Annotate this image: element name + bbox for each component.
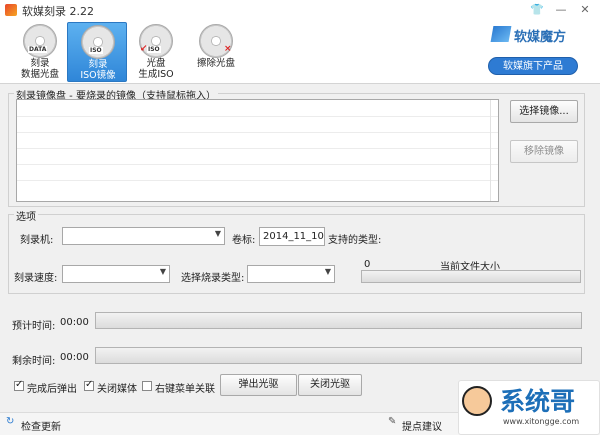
eject-drive-label: 弹出光驱 (238, 379, 279, 390)
remain-time-value: 00:00 (60, 352, 89, 363)
burn-type-select[interactable]: ▼ (247, 265, 335, 283)
mascot-face-icon (462, 386, 492, 416)
erase-x-icon: × (224, 44, 232, 54)
list-row (17, 164, 498, 165)
options-group-title: 选项 (14, 208, 38, 223)
disc-tag: ISO (147, 46, 161, 53)
eject-after-label: 完成后弹出 (27, 384, 77, 395)
close-button[interactable]: ✕ (576, 2, 594, 18)
app-logo-icon (5, 4, 17, 16)
file-size-value: 0 (364, 259, 371, 270)
brand-name: 软媒魔方 (514, 30, 567, 45)
remove-image-button[interactable]: 移除镜像 (510, 140, 578, 163)
chevron-down-icon: ▼ (214, 229, 221, 238)
estimate-progress-bar (95, 312, 582, 329)
tool-label-line2: ISO镜像 (80, 70, 116, 81)
speed-select[interactable]: ▼ (62, 265, 170, 283)
list-row (17, 180, 498, 181)
file-size-bar (361, 270, 581, 283)
tool-label-line2: 数据光盘 (20, 69, 59, 80)
check-update-link[interactable]: 检查更新 (21, 418, 61, 433)
watermark-text: 系统哥 (500, 387, 576, 416)
estimate-time-value: 00:00 (60, 317, 89, 328)
eject-after-checkbox[interactable] (14, 379, 24, 391)
tool-label-line1: 擦除光盘 (196, 58, 235, 69)
window-title: 软媒刻录 2.22 (22, 5, 94, 18)
brand-cube-icon (490, 26, 512, 42)
burner-label: 刻录机: (20, 235, 54, 246)
arrow-icon: ↙ (140, 44, 148, 54)
tool-erase-disc[interactable]: × 擦除光盘 (186, 22, 246, 82)
speed-label: 刻录速度: (14, 273, 58, 284)
minimize-button[interactable]: — (552, 2, 570, 18)
tool-label-line1: 刻录 (30, 58, 50, 69)
burner-select[interactable]: ▼ (62, 227, 225, 245)
volume-input[interactable]: 2014_11_10 (259, 227, 325, 246)
tool-label-line1: 光盘 (146, 58, 166, 69)
close-media-label: 关闭媒体 (97, 384, 137, 395)
tool-create-iso[interactable]: ISO ↙ 光盘 生成ISO (126, 22, 186, 82)
watermark-url: www.xitongge.com (503, 417, 580, 426)
pencil-icon: ✎ (388, 416, 397, 427)
list-row (17, 132, 498, 133)
remove-image-label: 移除镜像 (524, 146, 564, 157)
close-drive-label: 关闭光驱 (310, 379, 350, 390)
image-list[interactable] (16, 99, 499, 202)
products-button-label: 软媒旗下产品 (503, 61, 563, 72)
feedback-link[interactable]: 提点建议 (402, 418, 442, 433)
tool-label-line2: 生成ISO (138, 69, 174, 80)
tool-label-line1: 刻录 (88, 59, 108, 70)
volume-label: 卷标: (232, 235, 256, 246)
remain-time-label: 剩余时间: (12, 356, 56, 367)
context-menu-label: 右键菜单关联 (155, 384, 215, 395)
list-scrollbar[interactable] (490, 100, 498, 201)
close-media-checkbox[interactable] (84, 379, 94, 391)
list-row (17, 116, 498, 117)
products-button[interactable]: 软媒旗下产品 (488, 57, 578, 75)
choose-image-button[interactable]: 选择镜像... (510, 100, 578, 123)
disc-tag: DATA (28, 46, 48, 53)
burn-type-label: 选择烧录类型: (181, 273, 245, 284)
chevron-down-icon: ▼ (324, 267, 331, 276)
remain-progress-bar (95, 347, 582, 364)
tool-burn-iso-image[interactable]: ISO 刻录 ISO镜像 (67, 22, 127, 82)
tool-burn-data-disc[interactable]: DATA 刻录 数据光盘 (10, 22, 70, 82)
choose-image-label: 选择镜像... (519, 106, 569, 117)
update-icon: ↻ (6, 416, 15, 427)
disc-tag: ISO (89, 47, 103, 54)
eject-drive-button[interactable]: 弹出光驱 (220, 374, 297, 396)
close-drive-button[interactable]: 关闭光驱 (298, 374, 362, 396)
estimate-time-label: 预计时间: (12, 321, 56, 332)
supported-types-label: 支持的类型: (328, 235, 382, 246)
chevron-down-icon: ▼ (159, 267, 166, 276)
list-row (17, 148, 498, 149)
skin-icon[interactable]: 👕 (528, 2, 546, 18)
context-menu-checkbox[interactable] (142, 381, 152, 391)
